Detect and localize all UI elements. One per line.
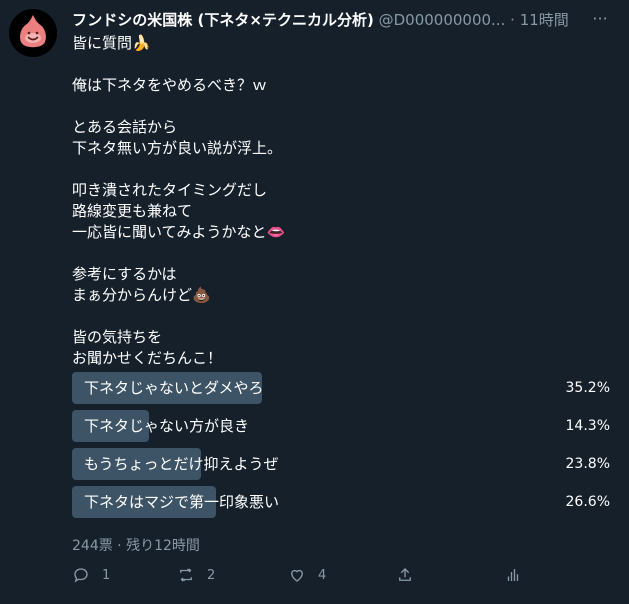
retweet-icon [180,568,192,582]
tweet-line: まぁ分からんけど💩 [72,285,592,306]
tweet-line: 一応皆に聞いてみようかなと👄 [72,222,592,243]
tweet-line: 皆に質問🍌 [72,33,592,54]
tweet-line-text: 叩き潰されたタイミングだし [72,181,268,199]
tweet-line-gap [72,306,592,327]
avatar[interactable] [9,9,57,57]
tweet-line-gap [72,54,592,75]
tweet-line: 下ネタ無い方が良い説が浮上。 [72,138,592,159]
tweet-line-gap [72,159,592,180]
separator-dot: · [510,11,515,29]
tweet-line-text: 皆の気持ちを [72,328,163,346]
tweet-line: とある会話から [72,117,592,138]
share-icon [399,568,411,581]
emoji-icon: 🍌 [132,34,151,52]
tweet-line: 路線変更も兼ねて [72,201,592,222]
tweet-line: 俺は下ネタをやめるべき？ｗ [72,75,592,96]
retweet-button[interactable]: 2 [177,566,215,584]
reply-icon [74,568,88,583]
tweet-line-text: お聞かせくだちんこ！ [72,349,223,367]
heart-icon [291,569,303,582]
poll-option: もうちょっとだけ抑えようぜ 23.8% [72,448,612,480]
tweet-line-text: 俺は下ネタをやめるべき？ｗ [72,76,268,94]
action-bar: 1 2 4 [72,566,522,588]
poll-option-label: 下ネタはマジで第一印象悪い [84,493,280,511]
display-name[interactable]: フンドシの米国株 (下ネタ×テクニカル分析) [72,11,374,29]
like-count: 4 [318,567,327,583]
analytics-icon [507,569,519,581]
poll-option-label: 下ネタじゃないとダメやろ [84,379,264,397]
tweet-header: フンドシの米国株 (下ネタ×テクニカル分析) @D000000000... · … [72,10,589,30]
reply-count: 1 [102,567,111,583]
more-icon: ··· [592,9,608,28]
poll: 下ネタじゃないとダメやろ 35.2% 下ネタじゃない方が良き 14.3% もうちょっとだ… [72,372,612,524]
emoji-icon: 💩 [192,286,211,304]
share-button[interactable] [396,566,414,584]
tweet-line-gap [72,96,592,117]
reply-button[interactable]: 1 [72,566,110,584]
like-button[interactable]: 4 [288,566,326,584]
poll-option: 下ネタじゃないとダメやろ 35.2% [72,372,612,404]
tweet-line: 叩き潰されたタイミングだし [72,180,592,201]
poll-meta: 244票 · 残り12時間 [72,538,200,554]
poll-option: 下ネタはマジで第一印象悪い 26.6% [72,486,612,518]
poll-option-percent: 35.2% [565,380,610,396]
poll-option: 下ネタじゃない方が良き 14.3% [72,410,612,442]
poll-option-percent: 23.8% [565,456,610,472]
poll-option-label: 下ネタじゃない方が良き [84,417,250,435]
tweet-line-text: まぁ分からんけど [72,286,193,304]
poll-option-label: もうちょっとだけ抑えようぜ [84,455,279,473]
user-handle[interactable]: @D000000000... [379,11,506,29]
retweet-count: 2 [207,567,216,583]
tweet-text: 皆に質問🍌 俺は下ネタをやめるべき？ｗ とある会話から下ネタ無い方が良い説が浮上。叩… [72,33,592,369]
poll-option-percent: 26.6% [565,494,610,510]
onion-mascot-icon [9,9,57,57]
tweet-line-text: とある会話から [72,118,178,136]
tweet-line: 参考にするかは [72,264,592,285]
tweet-line: 皆の気持ちを [72,327,592,348]
tweet-line: お聞かせくだちんこ！ [72,348,592,369]
tweet-line-text: 下ネタ無い方が良い説が浮上。 [72,139,283,157]
tweet-line-text: 一応皆に聞いてみようかなと [72,223,267,241]
tweet-line-text: 路線変更も兼ねて [72,202,193,220]
tweet-line-gap [72,243,592,264]
poll-option-percent: 14.3% [565,418,610,434]
tweet-line-text: 参考にするかは [72,265,177,283]
tweet-line-text: 皆に質問 [72,34,133,52]
timestamp[interactable]: 11時間 [520,11,569,29]
analytics-button[interactable] [504,566,522,584]
more-options-button[interactable]: ··· [590,10,610,30]
emoji-icon: 👄 [266,223,286,241]
